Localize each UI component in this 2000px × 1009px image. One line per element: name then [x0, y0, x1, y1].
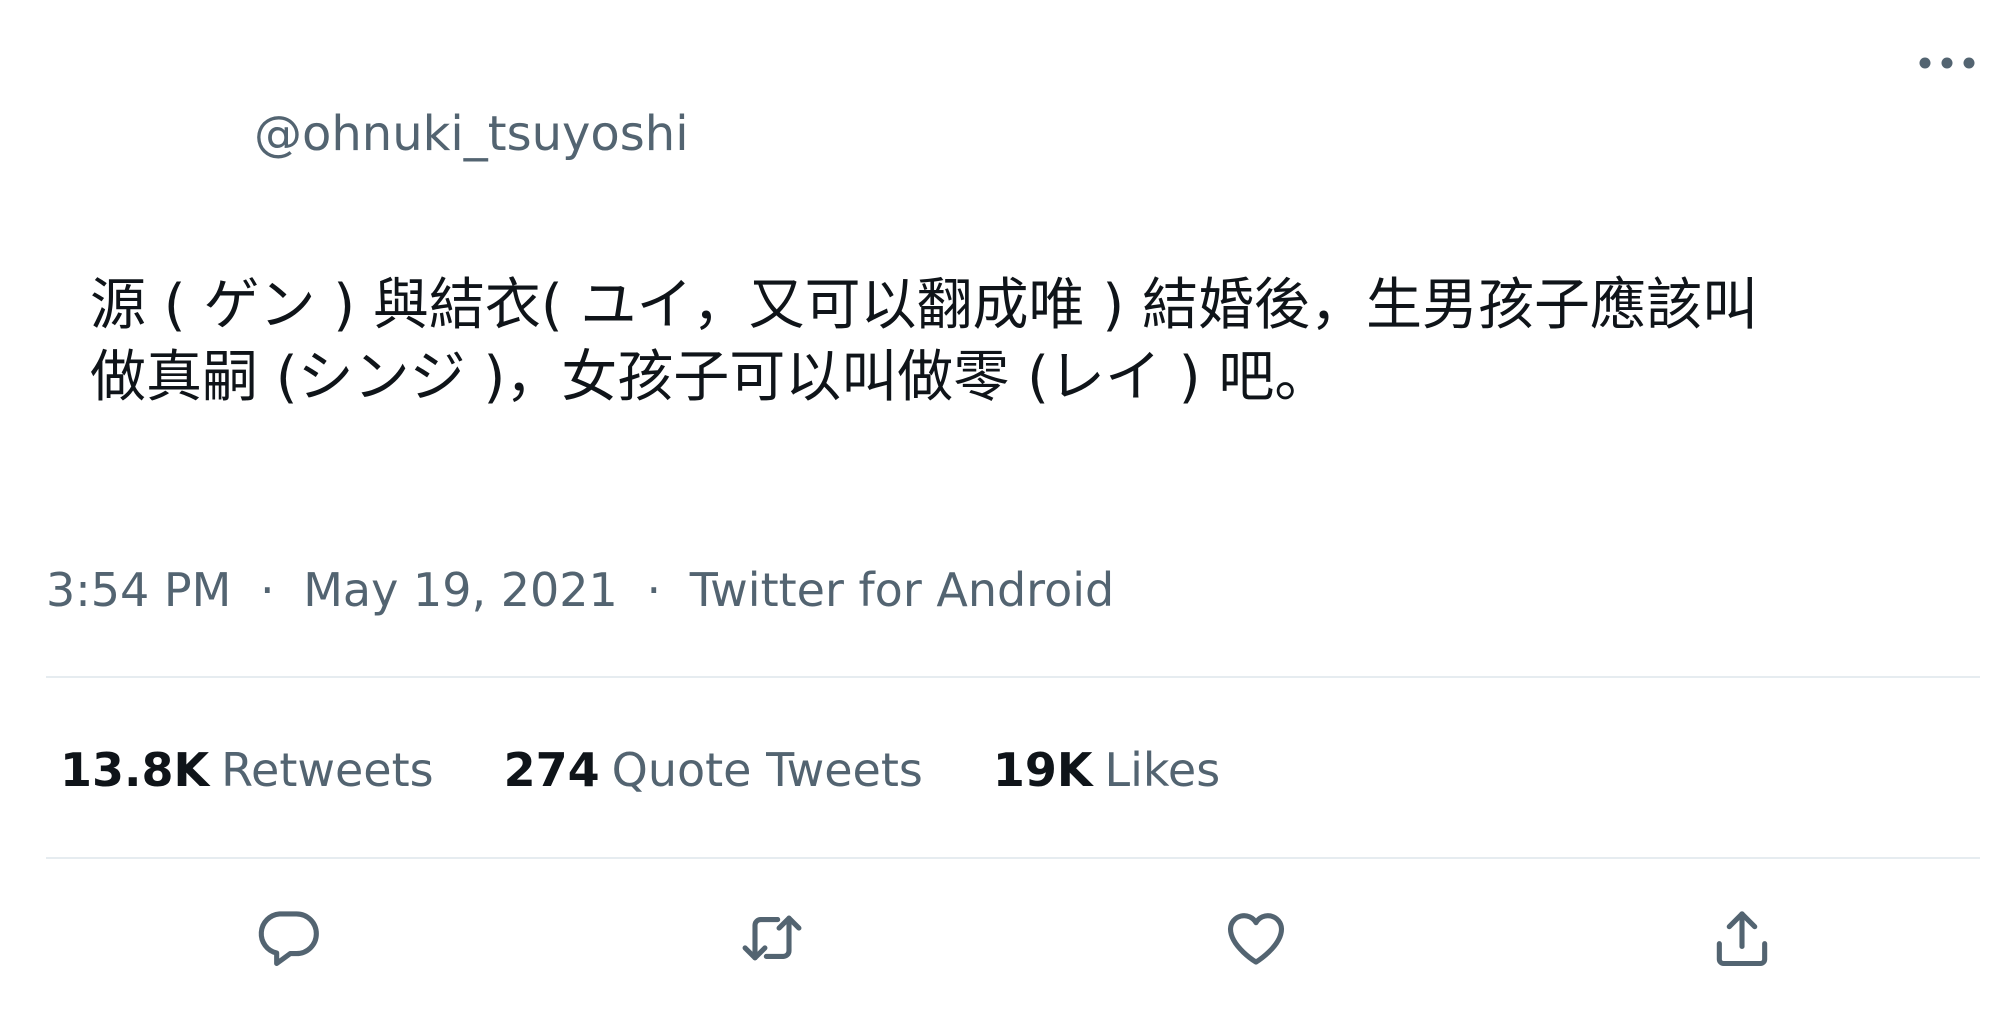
tweet-time[interactable]: 3:54 PM: [46, 563, 231, 617]
divider: [46, 676, 1980, 678]
reply-icon: [254, 904, 322, 976]
likes-count: 19K: [992, 743, 1093, 797]
tweet-text: 源 ( ゲン ) 與結衣( ユイ，又可以翻成唯 ) 結婚後，生男孩子應該叫 做真…: [90, 273, 1758, 410]
likes-stat[interactable]: 19K Likes: [993, 740, 1220, 800]
retweets-count: 13.8K: [60, 743, 210, 797]
engagement-stats: 13.8K Retweets 274 Quote Tweets 19K Likes: [60, 740, 1220, 800]
like-button[interactable]: [1218, 902, 1294, 978]
author-handle[interactable]: @ohnuki_tsuyoshi: [254, 104, 689, 164]
share-button[interactable]: [1704, 902, 1780, 978]
retweet-button[interactable]: [734, 902, 810, 978]
metadata-separator: ·: [646, 563, 662, 617]
reply-button[interactable]: [250, 902, 326, 978]
retweets-stat[interactable]: 13.8K Retweets: [60, 740, 434, 800]
tweet-source[interactable]: Twitter for Android: [690, 563, 1115, 617]
quote-tweets-label: Quote Tweets: [611, 743, 923, 797]
divider: [46, 857, 1980, 859]
more-options-button[interactable]: [1912, 44, 1982, 84]
quote-tweets-count: 274: [503, 743, 600, 797]
tweet-metadata: 3:54 PM · May 19, 2021 · Twitter for And…: [46, 560, 1114, 620]
quote-tweets-stat[interactable]: 274 Quote Tweets: [504, 740, 923, 800]
share-icon: [1708, 904, 1776, 976]
like-icon: [1222, 904, 1290, 976]
retweets-label: Retweets: [221, 743, 434, 797]
tweet-date[interactable]: May 19, 2021: [303, 563, 618, 617]
likes-label: Likes: [1104, 743, 1221, 797]
metadata-separator: ·: [259, 563, 275, 617]
retweet-icon: [738, 904, 806, 976]
more-horizontal-icon: [1917, 55, 1977, 74]
